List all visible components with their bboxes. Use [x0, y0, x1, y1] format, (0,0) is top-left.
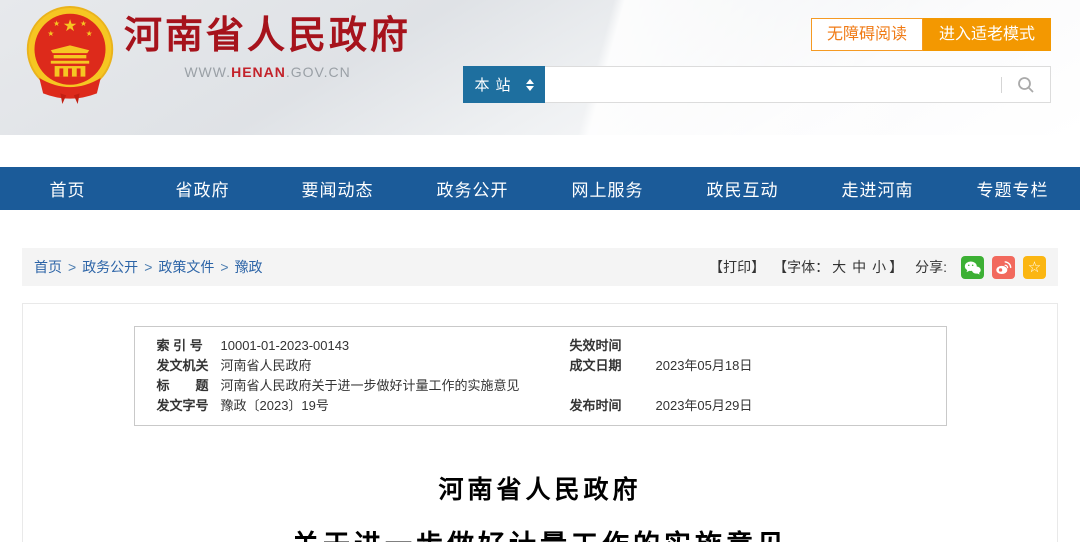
- site-url: WWW.HENAN.GOV.CN: [124, 64, 411, 80]
- meta-label-index-no: 索 引 号: [157, 336, 221, 356]
- svg-text:★: ★: [47, 29, 54, 38]
- nav-item-news[interactable]: 要闻动态: [270, 176, 405, 201]
- meta-value-issuing-agency: 河南省人民政府: [221, 356, 570, 376]
- meta-value-expiry: [656, 336, 924, 356]
- meta-label-expiry: 失效时间: [570, 336, 656, 356]
- meta-value-written-date: 2023年05月18日: [656, 356, 924, 376]
- share-label: 分享:: [915, 257, 947, 277]
- nav-item-home[interactable]: 首页: [0, 176, 135, 201]
- breadcrumb: 首页 > 政务公开 > 政策文件 > 豫政: [34, 257, 263, 277]
- svg-text:★: ★: [86, 29, 93, 38]
- meta-label-publish-date: 发布时间: [570, 396, 656, 416]
- breadcrumb-government-affairs[interactable]: 政务公开: [82, 257, 138, 277]
- document-title-line1: 河南省人民政府: [23, 470, 1057, 506]
- search-button[interactable]: [1002, 67, 1050, 102]
- nav-item-provincial-government[interactable]: 省政府: [135, 176, 270, 201]
- font-large-button[interactable]: 大: [832, 259, 846, 275]
- meta-value-title: 河南省人民政府关于进一步做好计量工作的实施意见: [221, 376, 924, 396]
- accessibility-reading-button[interactable]: 无障碍阅读: [811, 18, 923, 51]
- search-bar: 本站: [463, 66, 1051, 103]
- favorite-star-icon[interactable]: ☆: [1023, 256, 1046, 279]
- document-title-line2: 关于进一步做好计量工作的实施意见: [23, 523, 1057, 542]
- meta-row-3: 标 题 河南省人民政府关于进一步做好计量工作的实施意见: [135, 376, 946, 396]
- meta-value-doc-number: 豫政〔2023〕19号: [221, 396, 570, 416]
- article-container: 索 引 号 10001-01-2023-00143 失效时间 发文机关 河南省人…: [22, 303, 1058, 542]
- font-medium-button[interactable]: 中: [852, 259, 866, 275]
- nav-item-online-services[interactable]: 网上服务: [540, 176, 675, 201]
- search-input[interactable]: [545, 67, 1001, 102]
- site-header: ★ ★ ★ ★ ★ 河南省人民政府 WWW.HENAN.GOV.CN 无障碍阅读…: [0, 0, 1080, 135]
- meta-row-4: 发文字号 豫政〔2023〕19号 发布时间 2023年05月29日: [135, 396, 946, 416]
- search-scope-dropdown[interactable]: 本站: [463, 66, 545, 103]
- meta-value-publish-date: 2023年05月29日: [656, 396, 924, 416]
- nav-item-government-affairs[interactable]: 政务公开: [405, 176, 540, 201]
- weibo-share-icon[interactable]: [992, 256, 1015, 279]
- nav-item-interaction[interactable]: 政民互动: [675, 176, 810, 201]
- meta-label-written-date: 成文日期: [570, 356, 656, 376]
- svg-text:★: ★: [53, 19, 60, 28]
- breadcrumb-home[interactable]: 首页: [34, 257, 62, 277]
- document-title: 河南省人民政府 关于进一步做好计量工作的实施意见: [23, 470, 1057, 542]
- elder-mode-button[interactable]: 进入适老模式: [923, 18, 1051, 51]
- svg-text:★: ★: [80, 19, 87, 28]
- print-button[interactable]: 【打印】: [709, 257, 765, 277]
- breadcrumb-yuzheng[interactable]: 豫政: [235, 257, 263, 277]
- meta-value-index-no: 10001-01-2023-00143: [221, 336, 570, 356]
- nav-item-about-henan[interactable]: 走进河南: [810, 176, 945, 201]
- site-title: 河南省人民政府: [124, 14, 411, 58]
- search-icon: [1016, 75, 1036, 95]
- search-scope-label: 本站: [474, 74, 516, 95]
- site-brand[interactable]: 河南省人民政府 WWW.HENAN.GOV.CN: [124, 14, 411, 80]
- meta-row-1: 索 引 号 10001-01-2023-00143 失效时间: [135, 336, 946, 356]
- svg-text:★: ★: [63, 17, 78, 35]
- dropdown-arrows-icon: [526, 79, 534, 91]
- meta-label-title: 标 题: [157, 376, 221, 396]
- main-nav: 首页 省政府 要闻动态 政务公开 网上服务 政民互动 走进河南 专题专栏: [0, 167, 1080, 210]
- meta-label-doc-number: 发文字号: [157, 396, 221, 416]
- breadcrumb-bar: 首页 > 政务公开 > 政策文件 > 豫政 【打印】 【字体：大中小】 分享:: [22, 248, 1058, 286]
- national-emblem-logo[interactable]: ★ ★ ★ ★ ★: [22, 5, 118, 105]
- meta-row-2: 发文机关 河南省人民政府 成文日期 2023年05月18日: [135, 356, 946, 376]
- nav-item-special-topics[interactable]: 专题专栏: [945, 176, 1080, 201]
- breadcrumb-policy-documents[interactable]: 政策文件: [158, 257, 214, 277]
- mode-buttons: 无障碍阅读 进入适老模式: [811, 18, 1051, 51]
- font-size-control: 【字体：大中小】: [773, 257, 903, 277]
- wechat-share-icon[interactable]: [961, 256, 984, 279]
- document-meta-table: 索 引 号 10001-01-2023-00143 失效时间 发文机关 河南省人…: [134, 326, 947, 426]
- font-small-button[interactable]: 小: [872, 259, 886, 275]
- meta-label-issuing-agency: 发文机关: [157, 356, 221, 376]
- page-tools: 【打印】 【字体：大中小】 分享: ☆: [709, 256, 1046, 279]
